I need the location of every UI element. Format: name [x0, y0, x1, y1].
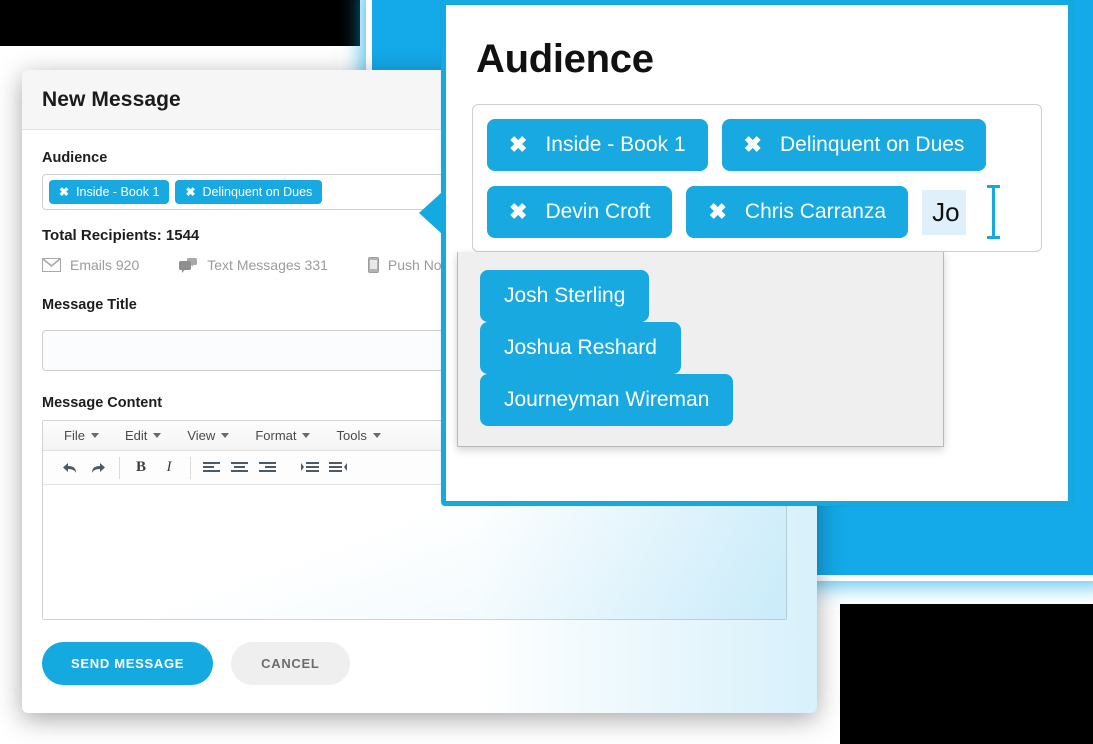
align-center-icon[interactable]: [226, 456, 254, 480]
menu-file[interactable]: File: [51, 421, 112, 450]
audience-chip-label: Inside - Book 1: [76, 185, 160, 199]
menu-format[interactable]: Format: [242, 421, 323, 450]
chevron-down-icon: [372, 433, 381, 438]
text-cursor-icon: [986, 185, 1000, 239]
audience-search-input[interactable]: Jo: [922, 189, 966, 235]
suggestion-label[interactable]: Josh Sterling: [480, 270, 650, 322]
menu-edit-label: Edit: [124, 428, 148, 443]
mobile-phone-icon: [367, 257, 379, 273]
toolbar-group-format: B I: [120, 457, 190, 479]
envelope-icon: [42, 258, 61, 272]
close-icon[interactable]: ✖: [509, 201, 527, 223]
audience-chip-label: Devin Croft: [545, 200, 651, 223]
chat-bubbles-icon: [179, 257, 198, 273]
audience-search-value: Jo: [932, 196, 960, 227]
bold-glyph: B: [135, 459, 146, 475]
background-block-bottom-right: [840, 604, 1093, 744]
audience-chip[interactable]: ✖ Delinquent on Dues: [721, 119, 987, 171]
italic-icon[interactable]: I: [155, 456, 183, 480]
menu-format-label: Format: [255, 428, 297, 443]
align-right-icon[interactable]: [254, 456, 282, 480]
list-item[interactable]: Joshua Reshard: [480, 322, 943, 374]
callout-pointer: [419, 193, 441, 233]
suggestion-label[interactable]: Journeyman Wireman: [480, 374, 734, 426]
chevron-down-icon: [153, 433, 162, 438]
send-message-button[interactable]: SEND MESSAGE: [42, 642, 214, 685]
menu-view[interactable]: View: [174, 421, 242, 450]
audience-chip[interactable]: ✖ Inside - Book 1: [487, 119, 708, 171]
redo-icon[interactable]: [84, 456, 112, 480]
suggestion-label[interactable]: Joshua Reshard: [480, 322, 681, 374]
audience-chip-input-zoomed[interactable]: ✖ Inside - Book 1 ✖ Delinquent on Dues ✖…: [472, 104, 1042, 252]
audience-chip[interactable]: ✖ Devin Croft: [487, 186, 673, 238]
audience-chip[interactable]: ✖ Inside - Book 1: [49, 180, 170, 204]
audience-suggestions-dropdown: Josh Sterling Joshua Reshard Journeyman …: [457, 252, 944, 447]
toolbar-group-history: [49, 457, 119, 479]
close-icon[interactable]: ✖: [185, 186, 195, 198]
list-item[interactable]: Josh Sterling: [480, 270, 943, 322]
page-title: New Message: [42, 87, 181, 111]
menu-file-label: File: [64, 428, 85, 443]
bold-icon[interactable]: B: [127, 456, 155, 480]
stat-emails-label: Emails 920: [70, 257, 140, 273]
menu-tools[interactable]: Tools: [323, 421, 393, 450]
chevron-down-icon: [302, 433, 311, 438]
italic-glyph: I: [166, 459, 172, 475]
cancel-button[interactable]: CANCEL: [231, 642, 350, 685]
menu-tools-label: Tools: [336, 428, 367, 443]
background-block-top-left: [0, 0, 360, 46]
card-actions: SEND MESSAGE CANCEL: [42, 642, 797, 685]
list-item[interactable]: Journeyman Wireman: [480, 374, 943, 426]
toolbar-group-align: [191, 457, 289, 479]
audience-chip-label: Delinquent on Dues: [779, 133, 965, 156]
menu-view-label: View: [187, 428, 216, 443]
audience-chip-label: Chris Carranza: [744, 200, 887, 223]
close-icon[interactable]: ✖: [59, 186, 69, 198]
audience-chip-label: Inside - Book 1: [545, 133, 686, 156]
chevron-down-icon: [90, 433, 99, 438]
stat-text-messages-label: Text Messages 331: [207, 257, 328, 273]
align-left-icon[interactable]: [198, 456, 226, 480]
callout-title: Audience: [476, 37, 654, 81]
chevron-down-icon: [221, 433, 230, 438]
audience-chip[interactable]: ✖ Chris Carranza: [686, 186, 909, 238]
indent-icon[interactable]: [296, 456, 324, 480]
undo-icon[interactable]: [56, 456, 84, 480]
menu-edit[interactable]: Edit: [112, 421, 174, 450]
stat-emails: Emails 920: [42, 257, 139, 273]
stat-text-messages: Text Messages 331: [179, 257, 328, 273]
audience-chip-label: Delinquent on Dues: [202, 185, 313, 199]
close-icon[interactable]: ✖: [708, 201, 726, 223]
toolbar-group-indent: [289, 457, 359, 479]
outdent-icon[interactable]: [324, 456, 352, 480]
audience-chip[interactable]: ✖ Delinquent on Dues: [175, 180, 323, 204]
close-icon[interactable]: ✖: [509, 134, 527, 156]
close-icon[interactable]: ✖: [744, 134, 762, 156]
